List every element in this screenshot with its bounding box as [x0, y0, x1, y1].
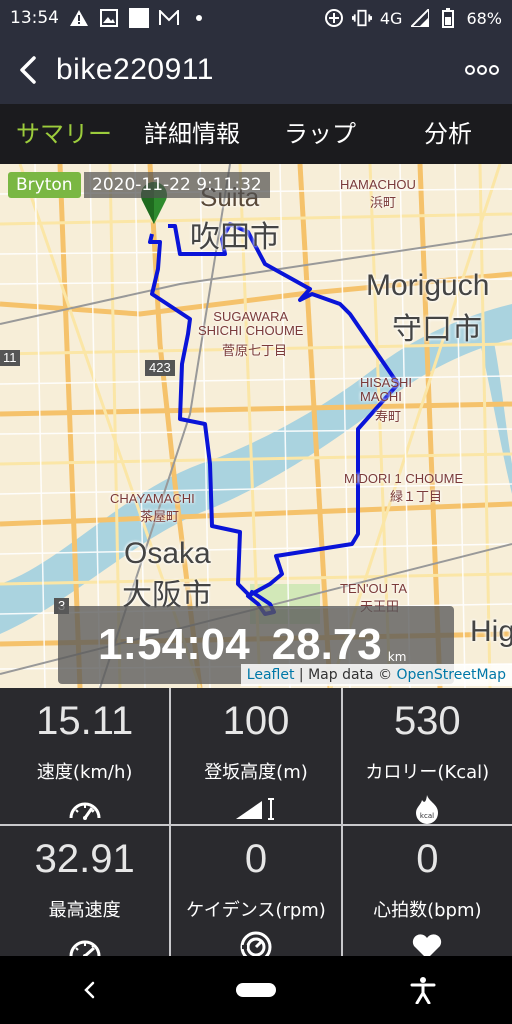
- map-label-suita-jp: 吹田市: [190, 221, 280, 254]
- ride-duration: 1:54:04: [98, 620, 250, 669]
- attribution-separator: | Map data ©: [294, 667, 397, 683]
- tab-analysis[interactable]: 分析: [384, 104, 512, 164]
- more-options-button[interactable]: [452, 36, 512, 104]
- route-map[interactable]: Suita 吹田市 HAMACHOU 浜町 Moriguch 守口市 SUGAW…: [0, 164, 512, 688]
- map-label-hamachou: HAMACHOU: [340, 177, 416, 192]
- map-label-chayamachi-jp: 茶屋町: [140, 509, 180, 524]
- tab-bar: サマリー 詳細情報 ラップ 分析: [0, 104, 512, 164]
- page-title: bike220911: [56, 53, 214, 86]
- app-bar: bike220911: [0, 36, 512, 104]
- alert-icon: [69, 8, 89, 28]
- status-time: 13:54: [10, 8, 59, 28]
- map-label-midori-jp: 緑１丁目: [390, 489, 443, 504]
- svg-text:kcal: kcal: [420, 812, 434, 820]
- mail-icon: [159, 8, 179, 28]
- image-icon: [99, 8, 119, 28]
- leaflet-link[interactable]: Leaflet: [247, 667, 295, 683]
- distance-unit: km: [387, 650, 407, 664]
- back-button[interactable]: [0, 36, 56, 104]
- map-attribution: Leaflet | Map data © OpenStreetMap: [240, 664, 512, 686]
- dot-icon: [189, 8, 209, 28]
- accessibility-icon: [410, 977, 436, 1004]
- chevron-left-icon: [20, 56, 36, 84]
- nav-back-icon: [83, 981, 94, 999]
- stat-value: 15.11: [36, 699, 134, 743]
- nav-home-button[interactable]: [235, 983, 276, 997]
- stat-label: 心拍数(bpm): [373, 900, 482, 921]
- ride-datetime: 2020-11-22 9:11:32: [84, 172, 270, 198]
- stat-calories: 530 カロリー(Kcal) kcal: [342, 688, 512, 824]
- map-label-hig: Hig: [470, 615, 512, 648]
- osm-link[interactable]: OpenStreetMap: [397, 667, 506, 683]
- stat-value: 100: [222, 699, 290, 743]
- map-label-moriguchi-jp: 守口市: [392, 313, 482, 346]
- stat-label: 登坂高度(m): [204, 762, 308, 783]
- tab-summary[interactable]: サマリー: [0, 104, 128, 164]
- nav-back-button[interactable]: [59, 981, 119, 999]
- map-road-11: 11: [0, 350, 20, 366]
- battery-icon: [438, 8, 458, 28]
- stat-max-speed: 32.91 最高速度: [0, 826, 170, 962]
- map-label-chayamachi: CHAYAMACHI: [110, 491, 195, 506]
- hotspot-icon: [324, 8, 344, 28]
- map-label-midori: MIDORI 1 CHOUME: [344, 471, 464, 486]
- stat-value: 0: [244, 837, 268, 881]
- network-label: 4G: [379, 8, 403, 28]
- speedometer-icon: [68, 794, 102, 824]
- accessibility-button[interactable]: [393, 976, 453, 1004]
- more-horizontal-icon: [465, 65, 499, 75]
- stat-label: 速度(km/h): [36, 762, 133, 783]
- map-label-hishi-jp: 寿町: [375, 409, 402, 424]
- stat-value: 530: [393, 699, 461, 743]
- map-label-moriguchi: Moriguch: [366, 269, 490, 302]
- stat-heart-rate: 0 心拍数(bpm): [342, 826, 512, 962]
- square-icon: [129, 8, 149, 28]
- elevation-icon: [235, 794, 276, 824]
- stat-value: 32.91: [34, 837, 135, 881]
- vibrate-icon: [351, 8, 372, 28]
- status-bar: 13:54 4G 68%: [0, 0, 512, 36]
- stat-label: ケイデンス(rpm): [186, 900, 326, 921]
- brand-badge: Bryton: [8, 172, 81, 198]
- stat-label: カロリー(Kcal): [365, 762, 490, 783]
- kcal-flame-icon: kcal: [414, 794, 440, 824]
- map-road-423: 423: [145, 360, 175, 376]
- tab-details[interactable]: 詳細情報: [128, 104, 256, 164]
- map-label-tenouta: TEN'OU TA: [340, 581, 408, 596]
- stats-grid: 15.11 速度(km/h) 100 登坂高度(m) 530 カロリー(Kcal…: [0, 688, 512, 963]
- battery-percent: 68%: [466, 8, 502, 28]
- map-label-sugawara-jp: 菅原七丁目: [222, 343, 288, 358]
- signal-icon: [410, 8, 430, 28]
- stat-cadence: 0 ケイデンス(rpm): [171, 826, 341, 963]
- tab-laps[interactable]: ラップ: [256, 104, 384, 164]
- map-label-sugawara: SUGAWARA SHICHI CHOUME: [198, 309, 304, 338]
- system-nav-bar: [0, 956, 512, 1024]
- stat-label: 最高速度: [48, 900, 121, 921]
- map-label-hishi: HISASHI MACHI: [360, 375, 413, 404]
- map-label-hamachou-jp: 浜町: [370, 195, 397, 210]
- stat-elevation: 100 登坂高度(m): [171, 688, 341, 824]
- map-label-osaka: Osaka: [124, 537, 211, 570]
- ride-distance: 28.73: [271, 620, 382, 669]
- stat-avg-speed: 15.11 速度(km/h): [0, 688, 170, 824]
- stat-value: 0: [416, 837, 439, 881]
